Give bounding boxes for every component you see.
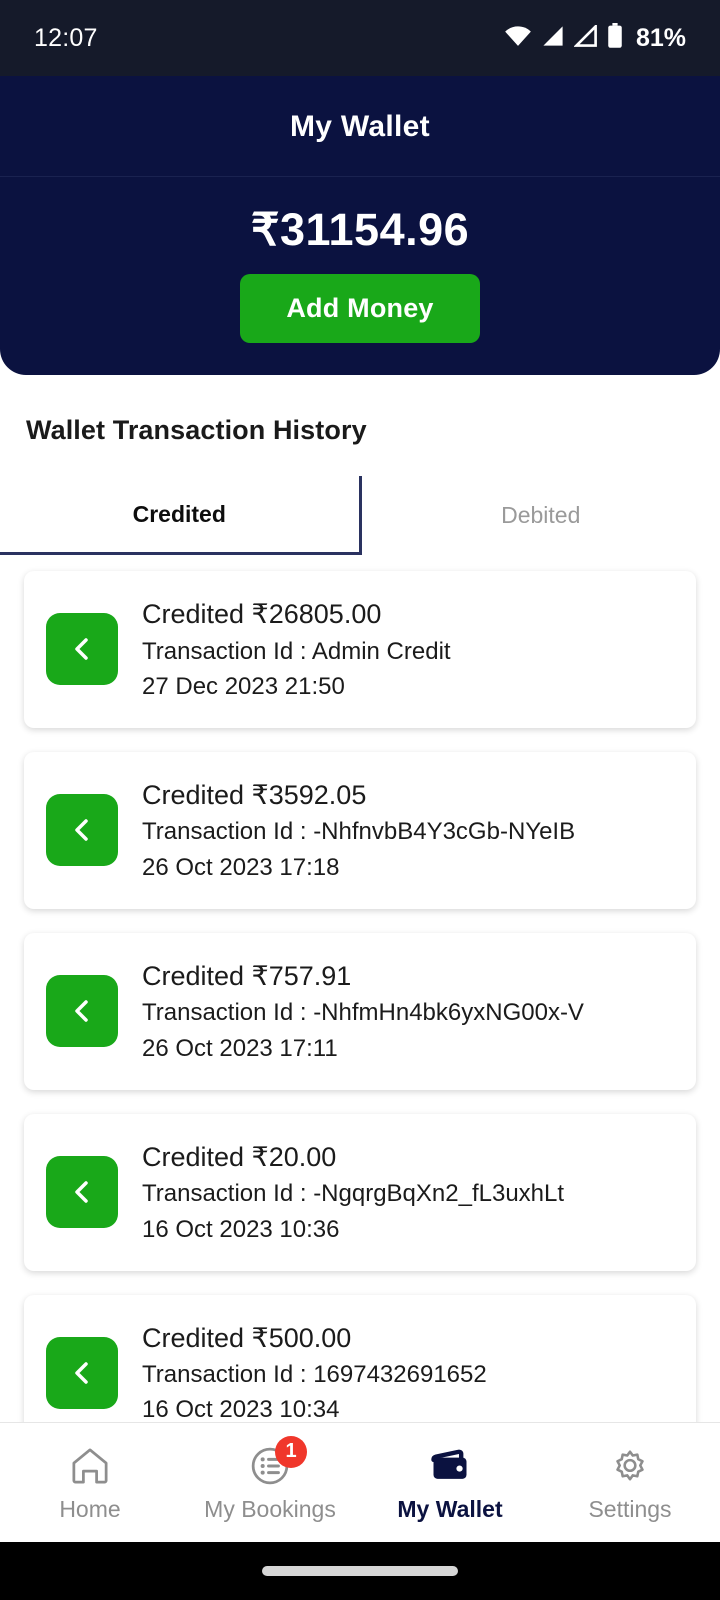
- transaction-amount: Credited ₹20.00: [142, 1141, 337, 1172]
- nav-item-my-wallet[interactable]: My Wallet: [360, 1443, 540, 1523]
- add-money-row: Add Money: [0, 274, 720, 357]
- chevron-left-icon: [46, 975, 118, 1048]
- chevron-left-icon: [46, 1337, 118, 1410]
- status-time: 12:07: [34, 23, 98, 52]
- chevron-left-icon: [46, 794, 118, 867]
- transaction-details: Credited ₹757.91 Transaction Id : -NhfmH…: [142, 959, 584, 1064]
- transaction-list[interactable]: Credited ₹26805.00 Transaction Id : Admi…: [0, 555, 720, 1422]
- gear-icon: [607, 1443, 653, 1489]
- chevron-left-icon: [46, 613, 118, 686]
- transaction-date: 27 Dec 2023 21:50: [142, 672, 345, 700]
- add-money-button[interactable]: Add Money: [240, 274, 480, 343]
- home-icon: [67, 1443, 113, 1489]
- nav-item-my-bookings[interactable]: 1 My Bookings: [180, 1435, 360, 1523]
- nav-item-home[interactable]: Home: [0, 1443, 180, 1523]
- transaction-row[interactable]: Credited ₹20.00 Transaction Id : -NgqrgB…: [24, 1113, 696, 1271]
- wallet-balance: ₹31154.96: [250, 204, 470, 255]
- transaction-row[interactable]: Credited ₹26805.00 Transaction Id : Admi…: [24, 571, 696, 728]
- transaction-id: Transaction Id : Admin Credit: [142, 637, 451, 665]
- transaction-details: Credited ₹26805.00 Transaction Id : Admi…: [142, 597, 451, 702]
- gesture-pill[interactable]: [262, 1566, 458, 1576]
- transaction-amount: Credited ₹26805.00: [142, 599, 382, 630]
- bookings-badge: 1: [275, 1435, 307, 1468]
- battery-percent: 81%: [635, 23, 686, 52]
- transaction-date: 26 Oct 2023 17:11: [142, 1034, 338, 1062]
- nav-item-settings[interactable]: Settings: [540, 1443, 720, 1523]
- transaction-details: Credited ₹3592.05 Transaction Id : -Nhfn…: [142, 778, 575, 883]
- wallet-header-card: My Wallet ₹31154.96 Add Money: [0, 76, 720, 375]
- list-icon: 1: [247, 1435, 307, 1489]
- transaction-id: Transaction Id : -NhfnvbB4Y3cGb-NYeIB: [142, 818, 576, 846]
- transaction-amount: Credited ₹3592.05: [142, 779, 367, 810]
- transaction-amount: Credited ₹757.91: [142, 960, 352, 991]
- signal-icon: [573, 22, 598, 52]
- transaction-date: 26 Oct 2023 17:18: [142, 853, 340, 881]
- page-title: My Wallet: [0, 76, 720, 177]
- battery-icon: [607, 22, 623, 54]
- transaction-row[interactable]: Credited ₹3592.05 Transaction Id : -Nhfn…: [24, 751, 696, 909]
- transaction-id: Transaction Id : 1697432691652: [142, 1361, 487, 1389]
- status-bar: 12:07 81%: [0, 0, 720, 76]
- wifi-icon: [504, 25, 532, 52]
- gesture-bar: [0, 1542, 720, 1600]
- nav-label-home: Home: [59, 1495, 121, 1522]
- transaction-details: Credited ₹20.00 Transaction Id : -NgqrgB…: [142, 1140, 564, 1245]
- tab-debited[interactable]: Debited: [361, 476, 720, 556]
- tab-credited[interactable]: Credited: [0, 476, 362, 556]
- bottom-navigation: Home 1 My Bookings My Wallet Settings: [0, 1422, 720, 1542]
- section-title: Wallet Transaction History: [26, 415, 367, 445]
- transaction-row[interactable]: Credited ₹757.91 Transaction Id : -NhfmH…: [24, 932, 696, 1090]
- nav-label-my-bookings: My Bookings: [204, 1495, 336, 1522]
- transaction-details: Credited ₹500.00 Transaction Id : 169743…: [142, 1321, 487, 1422]
- nav-label-my-wallet: My Wallet: [397, 1495, 503, 1522]
- transaction-date: 16 Oct 2023 10:34: [142, 1396, 340, 1422]
- wallet-screen: 12:07 81% My Wallet ₹31154.96 Add Money …: [0, 0, 720, 1600]
- wallet-icon: [427, 1443, 473, 1489]
- transaction-tabs: Credited Debited: [0, 476, 720, 556]
- nav-label-settings: Settings: [588, 1495, 672, 1522]
- signal-icon: [541, 25, 565, 52]
- chevron-left-icon: [46, 1156, 118, 1229]
- transaction-id: Transaction Id : -NhfmHn4bk6yxNG00x-V: [142, 999, 584, 1027]
- transaction-amount: Credited ₹500.00: [142, 1322, 352, 1353]
- transaction-date: 16 Oct 2023 10:36: [142, 1215, 340, 1243]
- transaction-id: Transaction Id : -NgqrgBqXn2_fL3uxhLt: [142, 1180, 565, 1208]
- transaction-row[interactable]: Credited ₹500.00 Transaction Id : 169743…: [24, 1294, 696, 1422]
- status-indicators: 81%: [504, 22, 686, 54]
